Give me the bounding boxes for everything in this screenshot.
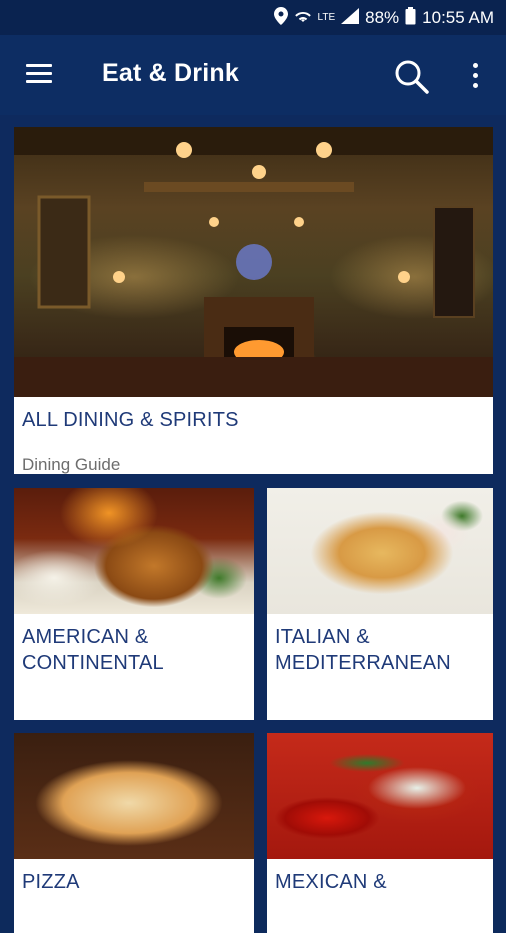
status-bar: LTE 88% 10:55 AM	[0, 0, 506, 35]
battery-percent: 88%	[365, 7, 400, 27]
more-options-button[interactable]	[462, 57, 488, 97]
card-title: MEXICAN &	[275, 871, 387, 893]
page-title: Eat & Drink	[102, 59, 239, 87]
lte-icon: LTE	[317, 12, 336, 23]
pasta-dish-image	[267, 488, 493, 614]
roast-turkey-image	[14, 488, 254, 614]
card-title: PIZZA	[22, 871, 80, 893]
location-icon	[273, 6, 288, 29]
pizza-image	[14, 733, 254, 859]
card-title: AMERICAN & CONTINENTAL	[22, 626, 164, 674]
wifi-icon	[294, 8, 312, 28]
category-card-american[interactable]: AMERICAN & CONTINENTAL	[14, 488, 254, 720]
category-grid: ALL DINING & SPIRITS Dining Guide AMERIC…	[0, 115, 506, 933]
status-time: 10:55 AM	[422, 7, 494, 27]
card-title: ALL DINING & SPIRITS	[22, 409, 239, 431]
category-card-all-dining[interactable]: ALL DINING & SPIRITS Dining Guide	[14, 127, 493, 474]
search-icon	[395, 60, 429, 94]
app-bar: Eat & Drink	[0, 35, 506, 115]
menu-button[interactable]	[24, 59, 56, 91]
card-subtitle: Dining Guide	[22, 455, 121, 474]
category-card-pizza[interactable]: PIZZA	[14, 733, 254, 933]
menu-icon	[26, 64, 52, 67]
category-card-italian[interactable]: ITALIAN & MEDITERRANEAN	[267, 488, 493, 720]
card-title: ITALIAN & MEDITERRANEAN	[275, 626, 451, 674]
more-vert-icon	[473, 63, 478, 68]
signal-icon	[341, 7, 360, 28]
chili-and-salsa-image	[267, 733, 493, 859]
search-button[interactable]	[392, 57, 432, 97]
battery-icon	[405, 6, 416, 29]
restaurant-interior-image	[14, 127, 493, 397]
category-card-mexican[interactable]: MEXICAN &	[267, 733, 493, 933]
